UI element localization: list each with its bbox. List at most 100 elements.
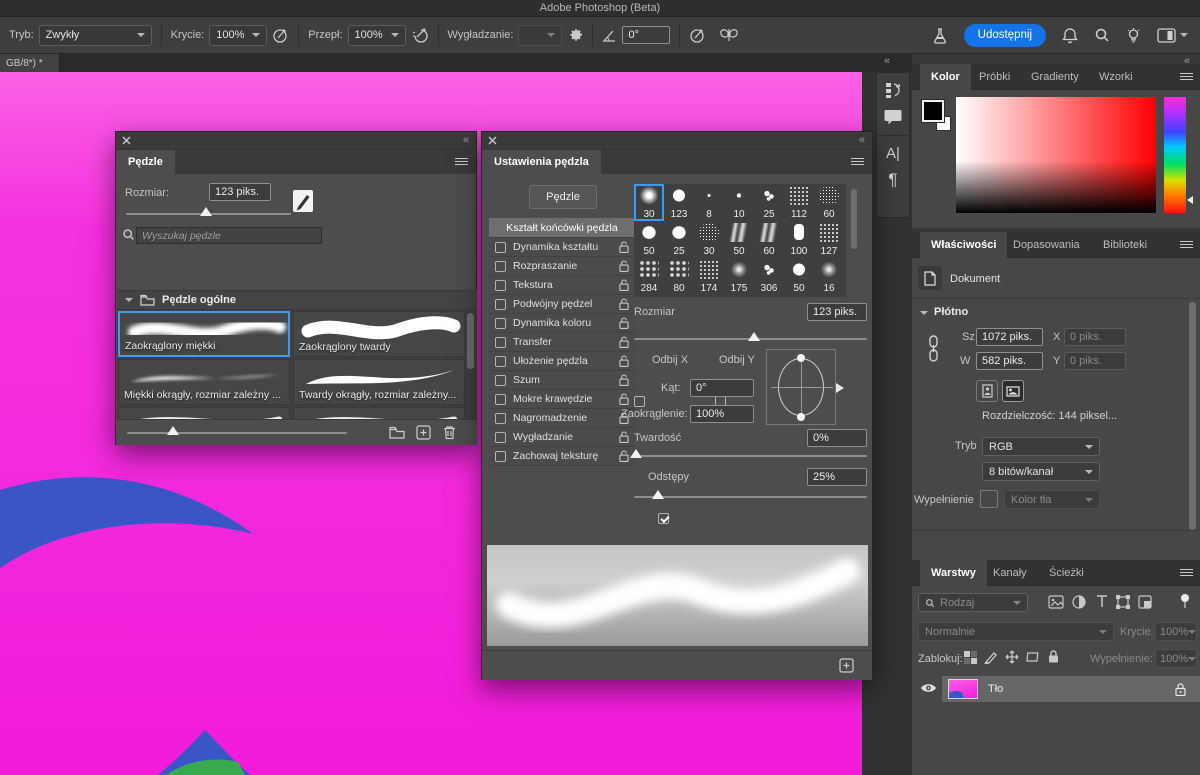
tip-shape-row[interactable]: Kształt końcówki pędzla xyxy=(489,218,635,238)
blend-mode-select[interactable]: Zwykły xyxy=(39,25,152,46)
unlock-icon[interactable] xyxy=(619,317,629,329)
option-nagromadzenie[interactable]: Nagromadzenie xyxy=(489,409,635,428)
brush-tip-16[interactable]: 16 xyxy=(814,258,844,295)
tab-wzorki[interactable]: Wzorki xyxy=(1088,64,1144,90)
brush-size-field[interactable]: 123 piks. xyxy=(209,183,271,201)
layer-lock-icon[interactable] xyxy=(1175,683,1186,696)
tab-wlasciwosci[interactable]: Właściwości xyxy=(920,232,1007,258)
brush-tip-80[interactable]: 80 xyxy=(664,258,694,295)
tab-pedzle[interactable]: Pędzle xyxy=(116,150,175,174)
history-panel-icon[interactable] xyxy=(884,81,902,99)
document-tab[interactable]: GB/8*) * xyxy=(0,54,60,72)
brush-group-row[interactable]: Pędzle ogólne xyxy=(117,290,477,310)
brush-tip-8[interactable]: 8 xyxy=(694,184,724,221)
flip-x-checkbox[interactable] xyxy=(634,396,645,407)
brush-item-soft-round[interactable]: Zaokrąglony miękki xyxy=(118,311,290,357)
brush-tip-25b[interactable]: 25 xyxy=(664,221,694,258)
filter-type-layers-icon[interactable] xyxy=(1096,595,1108,608)
brush-tip-60[interactable]: 60 xyxy=(814,184,844,221)
paragraph-panel-icon[interactable]: ¶ xyxy=(888,171,897,188)
brush-item-hard-round[interactable]: Zaokrąglony twardy xyxy=(293,311,465,357)
share-button[interactable]: Udostępnij xyxy=(964,24,1046,47)
checkbox[interactable] xyxy=(495,432,506,443)
option-zachowaj-teksture[interactable]: Zachowaj teksturę xyxy=(489,447,635,466)
properties-scrollbar[interactable] xyxy=(1189,302,1196,530)
brushes-button[interactable]: Pędzle xyxy=(529,185,597,209)
brush-tip-partial[interactable] xyxy=(694,295,724,297)
unlock-icon[interactable] xyxy=(619,260,629,272)
brush-tip-partial[interactable] xyxy=(724,295,754,297)
opacity-select[interactable]: 100% xyxy=(209,25,267,46)
discover-lightbulb-icon[interactable] xyxy=(1126,27,1141,44)
brush-tip-284[interactable]: 284 xyxy=(634,258,664,295)
color-mode-select[interactable]: RGB xyxy=(982,437,1100,456)
thumbnail-size-slider[interactable] xyxy=(127,432,347,434)
brush-tip-partial[interactable] xyxy=(784,295,814,297)
collapse-panels-icon[interactable]: « xyxy=(884,55,889,67)
angle-field[interactable]: 0° xyxy=(690,379,754,397)
unlock-icon[interactable] xyxy=(619,241,629,253)
tip-grid-scrollbar[interactable] xyxy=(851,189,857,249)
option-dynamika-ksztaltu[interactable]: Dynamika kształtu xyxy=(489,238,635,257)
lock-pixels-brush-icon[interactable] xyxy=(984,650,998,664)
option-rozpraszanie[interactable]: Rozpraszanie xyxy=(489,257,635,276)
unlock-icon[interactable] xyxy=(619,374,629,386)
spacing-field[interactable]: 25% xyxy=(807,468,867,486)
panel-menu-icon[interactable] xyxy=(1180,569,1193,578)
option-podwojny-pedzel[interactable]: Podwójny pędzel xyxy=(489,295,635,314)
tab-sciezki[interactable]: Ścieżki xyxy=(1038,560,1095,586)
checkbox[interactable] xyxy=(495,242,506,253)
tab-kanaly[interactable]: Kanały xyxy=(982,560,1038,586)
create-brush-preset-icon[interactable] xyxy=(292,188,314,214)
angle-roundness-control[interactable] xyxy=(766,349,836,425)
canvas-height-field[interactable]: 582 piks. xyxy=(976,352,1043,370)
brush-settings-panel-header[interactable]: « xyxy=(482,132,872,150)
unlock-icon[interactable] xyxy=(619,298,629,310)
roundness-handle-bottom[interactable] xyxy=(797,413,805,421)
fill-color-swatch[interactable] xyxy=(980,490,998,508)
brush-tip-306[interactable]: 306 xyxy=(754,258,784,295)
filter-pixel-layers-icon[interactable] xyxy=(1048,595,1064,609)
checkbox[interactable] xyxy=(495,394,506,405)
tab-biblioteki[interactable]: Biblioteki xyxy=(1092,232,1158,258)
checkbox[interactable] xyxy=(495,451,506,462)
chevron-down-icon[interactable] xyxy=(920,311,928,315)
pressure-opacity-icon[interactable] xyxy=(272,27,289,44)
close-icon[interactable] xyxy=(122,136,131,145)
unlock-icon[interactable] xyxy=(619,450,629,462)
airbrush-icon[interactable] xyxy=(411,27,429,44)
hue-slider-marker[interactable] xyxy=(1187,196,1193,204)
color-field[interactable] xyxy=(956,97,1156,213)
layer-filter-toggle[interactable] xyxy=(1181,594,1189,602)
option-mokre-krawedzie[interactable]: Mokre krawędzie xyxy=(489,390,635,409)
orientation-portrait-button[interactable] xyxy=(976,380,998,402)
unlock-icon[interactable] xyxy=(619,393,629,405)
brush-angle-field[interactable]: 0° xyxy=(622,26,670,44)
brush-tip-partial[interactable] xyxy=(754,295,784,297)
link-dimensions-icon[interactable] xyxy=(928,334,939,364)
checkbox[interactable] xyxy=(495,318,506,329)
brush-item-partial[interactable] xyxy=(118,407,290,419)
panel-menu-icon[interactable] xyxy=(455,158,468,167)
checkbox[interactable] xyxy=(495,299,506,310)
brush-size-slider-thumb[interactable] xyxy=(200,207,212,216)
filter-smart-objects-icon[interactable] xyxy=(1138,595,1152,609)
filter-adjustment-layers-icon[interactable] xyxy=(1072,595,1086,609)
layer-visibility-eye-icon[interactable] xyxy=(920,682,937,694)
layer-thumbnail[interactable] xyxy=(948,679,978,699)
tab-probki[interactable]: Próbki xyxy=(968,64,1021,90)
lock-artboard-icon[interactable] xyxy=(1026,651,1040,663)
brush-tip-174[interactable]: 174 xyxy=(694,258,724,295)
character-panel-icon[interactable]: A| xyxy=(886,146,900,161)
brush-item-soft-pressure[interactable]: Miękki okrągły, rozmiar zależny ... xyxy=(118,359,290,405)
panel-menu-icon[interactable] xyxy=(1180,73,1193,82)
brush-tip-partial[interactable] xyxy=(814,295,844,297)
tab-ustawienia-pedzla[interactable]: Ustawienia pędzla xyxy=(482,150,601,174)
hue-slider[interactable] xyxy=(1164,97,1186,213)
panel-menu-icon[interactable] xyxy=(851,158,864,167)
hardness-field[interactable]: 0% xyxy=(807,429,867,447)
brush-item-hard-pressure[interactable]: Twardy okrągły, rozmiar zależny... xyxy=(293,359,465,405)
checkbox[interactable] xyxy=(495,375,506,386)
unlock-icon[interactable] xyxy=(619,336,629,348)
beta-flask-icon[interactable] xyxy=(932,27,948,44)
